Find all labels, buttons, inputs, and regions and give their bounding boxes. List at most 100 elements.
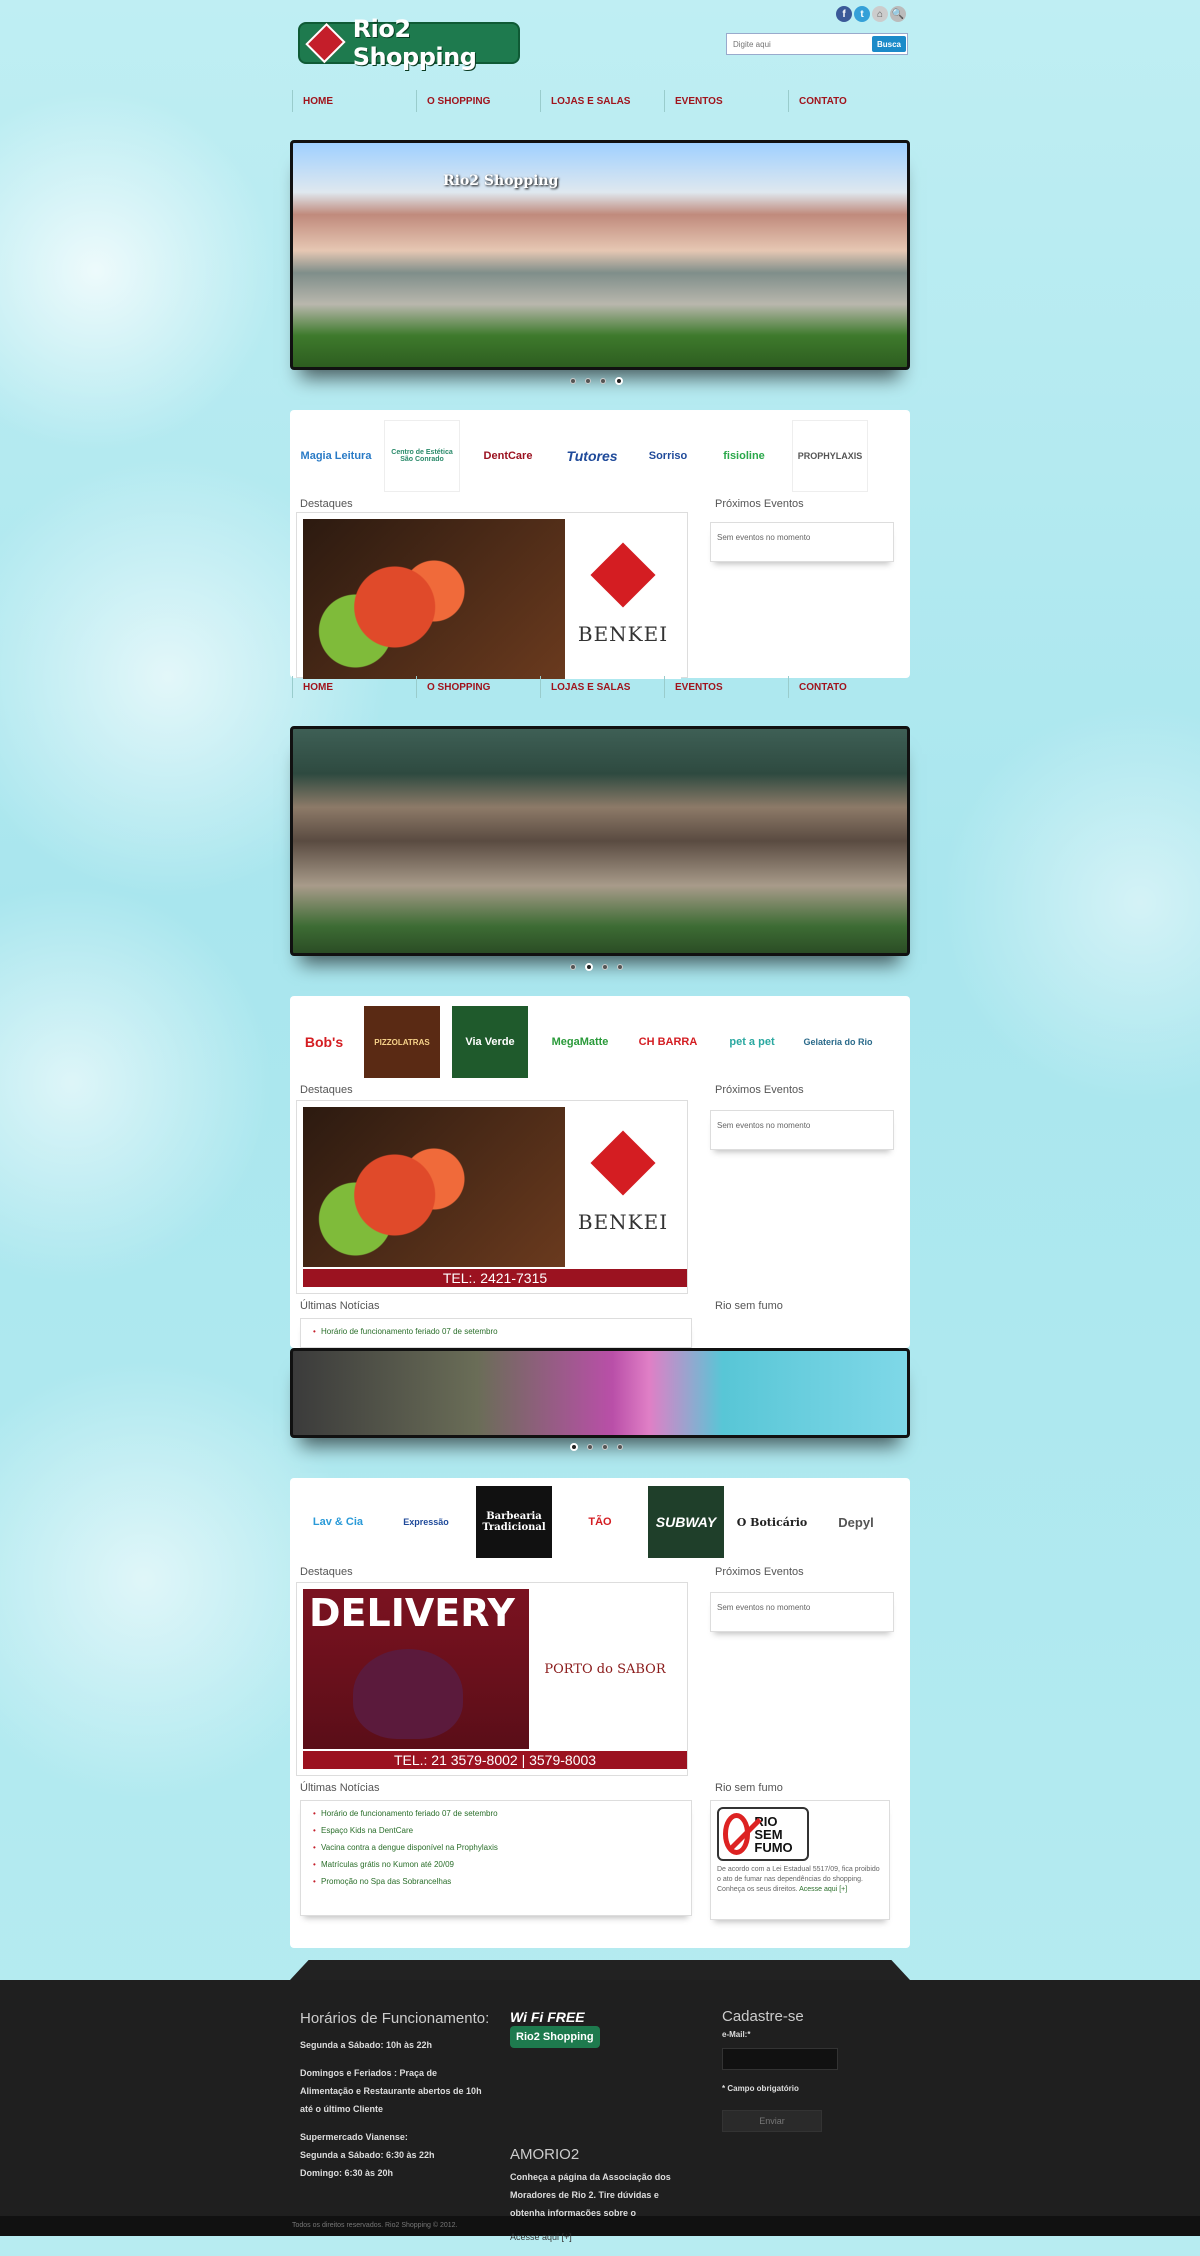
slider-dot[interactable] [600, 378, 606, 384]
featured-phone: TEL.: 21 3579-8002 | 3579-8003 [303, 1751, 687, 1769]
hours-title: Horários de Funcionamento: [300, 2010, 490, 2027]
send-button[interactable]: Enviar [722, 2110, 822, 2132]
slider-dot[interactable] [602, 1444, 608, 1450]
store-logo[interactable]: O Boticário [736, 1486, 808, 1558]
store-logo[interactable]: Sorriso [640, 420, 696, 492]
store-logo[interactable]: Lav & Cia [300, 1486, 376, 1558]
nav-o-shopping[interactable]: O SHOPPING [416, 676, 540, 698]
slider-dot-active[interactable] [570, 1443, 578, 1451]
benkei-diamond-icon [590, 542, 656, 608]
nav-contato[interactable]: CONTATO [788, 676, 912, 698]
hero-slider[interactable] [290, 1348, 910, 1438]
store-logo[interactable]: Gelateria do Rio [800, 1006, 876, 1078]
featured-card[interactable]: DELIVERY PORTO do SABOR TEL.: 21 3579-80… [296, 1582, 688, 1776]
hours-line: Segunda a Sábado: 10h às 22h [300, 2040, 433, 2050]
amorio-title: AMORIO2 [510, 2146, 580, 2163]
wifi-badge: Wi Fi FREE Rio2 Shopping [510, 2008, 620, 2056]
hours-line: Domingo: 6:30 às 20h [300, 2168, 394, 2178]
hours-line: Supermercado Vianense: [300, 2132, 408, 2142]
featured-logo: PORTO do SABOR [529, 1589, 681, 1749]
store-logo[interactable]: PIZZOLATRAS [364, 1006, 440, 1078]
news-item[interactable]: Matrículas grátis no Kumon até 20/09 [313, 1860, 679, 1869]
events-title: Próximos Eventos [715, 1566, 804, 1578]
featured-card[interactable]: BENKEI [296, 512, 688, 679]
store-logo[interactable]: TÃO [564, 1486, 636, 1558]
slider-dot[interactable] [617, 1444, 623, 1450]
email-field[interactable] [722, 2048, 838, 2070]
featured-title: Destaques [300, 498, 353, 510]
slider-dot[interactable] [602, 964, 608, 970]
main-nav: HOME O SHOPPING LOJAS E SALAS EVENTOS CO… [292, 90, 912, 112]
no-smoking-sign: RIO SEM FUMO [717, 1807, 809, 1861]
news-item[interactable]: Espaço Kids na DentCare [313, 1826, 679, 1835]
search-icon[interactable]: 🔍 [890, 6, 906, 22]
nav-lojas-e-salas[interactable]: LOJAS E SALAS [540, 90, 664, 112]
store-logo[interactable]: Bob's [296, 1006, 352, 1078]
home-icon[interactable]: ⌂ [872, 6, 888, 22]
hours-line: Domingos e Feriados : Praça de Alimentaç… [300, 2068, 482, 2114]
slider-dot[interactable] [617, 964, 623, 970]
benkei-diamond-icon [590, 1130, 656, 1196]
store-logo-strip: Magia Leitura Centro de Estética São Con… [300, 420, 868, 492]
slider-dot-active[interactable] [615, 377, 623, 385]
footer-tab [290, 1960, 910, 1980]
store-logo[interactable]: SUBWAY [648, 1486, 724, 1558]
copyright: Todos os direitos reservados. Rio2 Shopp… [0, 2216, 1200, 2236]
required-note: * Campo obrigatório [722, 2084, 799, 2093]
slide-building-sign: Rio2 Shopping [443, 173, 559, 189]
hero-slider[interactable] [290, 726, 910, 956]
featured-name: BENKEI [577, 1210, 669, 1234]
store-logo[interactable]: DentCare [472, 420, 544, 492]
store-logo[interactable]: Tutores [556, 420, 628, 492]
acai-bowl-image [353, 1649, 463, 1739]
nav-o-shopping[interactable]: O SHOPPING [416, 90, 540, 112]
nav-home[interactable]: HOME [292, 90, 416, 112]
search-button[interactable]: Busca [872, 36, 906, 52]
store-logo[interactable]: Via Verde [452, 1006, 528, 1078]
nosmoke-box: RIO SEM FUMO De acordo com a Lei Estadua… [710, 1800, 890, 1920]
store-logo[interactable]: Expressão [388, 1486, 464, 1558]
nav-home[interactable]: HOME [292, 676, 416, 698]
nav-contato[interactable]: CONTATO [788, 90, 912, 112]
store-logo[interactable]: Centro de Estética São Conrado [384, 420, 460, 492]
slider-dot-active[interactable] [585, 963, 593, 971]
store-logo[interactable]: Depyl [820, 1486, 892, 1558]
nav-eventos[interactable]: EVENTOS [664, 676, 788, 698]
no-smoking-sign-text: RIO SEM FUMO [754, 1813, 793, 1855]
news-item[interactable]: Horário de funcionamento feriado 07 de s… [313, 1809, 679, 1818]
store-logo[interactable]: PROPHYLAXIS [792, 420, 868, 492]
featured-phone: TEL:. 2421-7315 [303, 1269, 687, 1287]
facebook-icon[interactable]: f [836, 6, 852, 22]
slider-dot[interactable] [587, 1444, 593, 1450]
amorio-link[interactable]: Acesse aqui [+] [510, 2232, 572, 2242]
store-logo[interactable]: MegaMatte [540, 1006, 620, 1078]
news-box: Horário de funcionamento feriado 07 de s… [300, 1800, 692, 1916]
store-logo-strip: Bob's PIZZOLATRAS Via Verde MegaMatte CH… [296, 1006, 876, 1078]
featured-title: Destaques [300, 1566, 353, 1578]
news-item[interactable]: Horário de funcionamento feriado 07 de s… [313, 1327, 679, 1336]
store-logo[interactable]: Magia Leitura [300, 420, 372, 492]
content-panel: Magia Leitura Centro de Estética São Con… [290, 410, 910, 679]
signup-title: Cadastre-se [722, 2008, 804, 2025]
featured-card[interactable]: BENKEI TEL:. 2421-7315 [296, 1100, 688, 1294]
store-logo[interactable]: Barbearia Tradicional [476, 1486, 552, 1558]
twitter-icon[interactable]: t [854, 6, 870, 22]
slider-dots [570, 963, 623, 971]
news-item[interactable]: Vacina contra a dengue disponível na Pro… [313, 1843, 679, 1852]
logo-emblem-icon [305, 22, 346, 64]
nav-eventos[interactable]: EVENTOS [664, 90, 788, 112]
store-logo[interactable]: pet a pet [716, 1006, 788, 1078]
slider-dot[interactable] [570, 964, 576, 970]
site-logo[interactable]: Rio2 Shopping [298, 15, 520, 71]
slider-dot[interactable] [585, 378, 591, 384]
hero-slider[interactable]: Rio2 Shopping [290, 140, 910, 370]
store-logo[interactable]: CH BARRA [632, 1006, 704, 1078]
store-logo[interactable]: fisioline [708, 420, 780, 492]
main-nav: HOME O SHOPPING LOJAS E SALAS EVENTOS CO… [292, 676, 912, 698]
news-item[interactable]: Promoção no Spa das Sobrancelhas [313, 1877, 679, 1886]
news-title: Últimas Notícias [300, 1300, 380, 1312]
events-title: Próximos Eventos [715, 498, 804, 510]
nav-lojas-e-salas[interactable]: LOJAS E SALAS [540, 676, 664, 698]
slider-dot[interactable] [570, 378, 576, 384]
no-smoking-link[interactable]: Acesse aqui [+] [799, 1886, 847, 1893]
